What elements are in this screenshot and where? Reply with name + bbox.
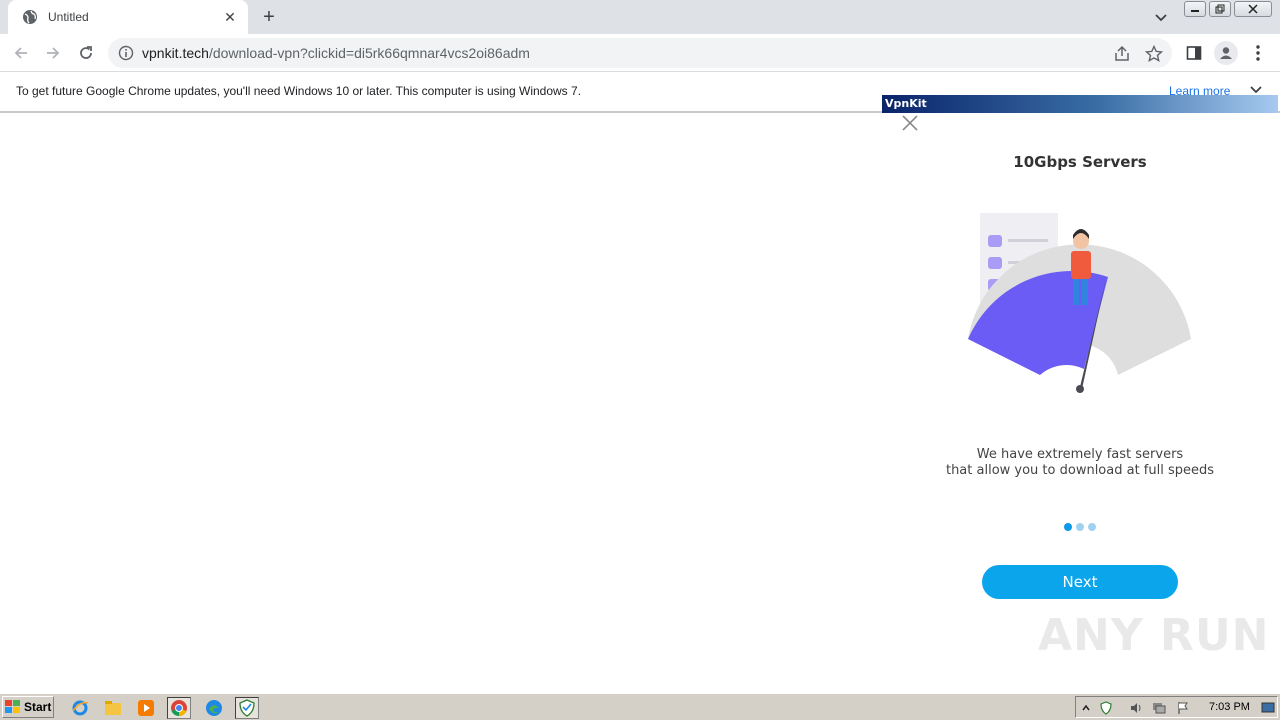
minimize-button[interactable] — [1184, 1, 1206, 17]
reload-icon — [80, 46, 92, 59]
windows-logo-icon — [5, 700, 21, 714]
browser-tab[interactable]: Untitled ✕ — [8, 0, 248, 34]
address-bar[interactable]: vpnkit.tech/download-vpn?clickid=di5rk66… — [108, 38, 1172, 68]
back-button[interactable] — [10, 42, 32, 64]
close-icon[interactable] — [900, 113, 920, 133]
infobar-message: To get future Google Chrome updates, you… — [16, 84, 582, 98]
tab-close-icon[interactable]: ✕ — [222, 9, 238, 25]
pagination-dot-2[interactable] — [1076, 523, 1084, 531]
speedometer-illustration — [968, 213, 1191, 393]
url-path: /download-vpn?clickid=di5rk66qmnar4vcs2o… — [208, 45, 530, 61]
chrome-menu-icon[interactable] — [1248, 43, 1268, 63]
pagination-dot-3[interactable] — [1088, 523, 1096, 531]
profile-avatar-icon[interactable] — [1214, 41, 1238, 65]
bookmark-star-icon[interactable] — [1144, 44, 1164, 63]
restore-button[interactable] — [1209, 1, 1231, 17]
doc-checkbox — [988, 235, 1002, 247]
media-player-icon[interactable] — [134, 697, 158, 719]
show-desktop-icon[interactable] — [1260, 700, 1276, 716]
vpnkit-taskbar-icon[interactable] — [235, 697, 259, 719]
description-line-2: that allow you to download at full speed… — [945, 463, 1215, 478]
next-button[interactable]: Next — [982, 565, 1178, 599]
slide-description: We have extremely fast servers that allo… — [882, 447, 1278, 479]
volume-icon[interactable] — [1128, 700, 1144, 716]
internet-explorer-icon[interactable] — [68, 697, 92, 719]
chevron-up-icon[interactable] — [1078, 700, 1094, 716]
action-center-flag-icon[interactable] — [1175, 700, 1191, 716]
url-text[interactable]: vpnkit.tech/download-vpn?clickid=di5rk66… — [142, 45, 530, 61]
doc-checkbox — [988, 257, 1002, 269]
start-label: Start — [24, 700, 52, 714]
tab-search-icon[interactable] — [1152, 8, 1170, 26]
person-body — [1071, 251, 1091, 279]
back-arrow-icon — [14, 47, 27, 59]
chrome-taskbar-icon[interactable] — [167, 697, 191, 719]
edge-icon[interactable] — [202, 697, 226, 719]
popup-titlebar[interactable]: VpnKit — [882, 95, 1278, 113]
reload-button[interactable] — [75, 42, 97, 64]
url-domain: vpnkit.tech — [142, 45, 209, 61]
popup-title: VpnKit — [885, 97, 927, 110]
new-tab-button[interactable]: + — [258, 6, 280, 28]
shield-icon[interactable] — [1098, 700, 1114, 716]
tab-strip: Untitled ✕ + — [0, 0, 1280, 34]
slide-pagination — [882, 523, 1278, 531]
tab-title: Untitled — [48, 10, 89, 24]
browser-toolbar: vpnkit.tech/download-vpn?clickid=di5rk66… — [0, 34, 1280, 72]
network-icon[interactable] — [1151, 700, 1167, 716]
forward-button[interactable] — [42, 42, 64, 64]
forward-arrow-icon — [47, 47, 60, 59]
share-icon[interactable] — [1113, 45, 1131, 63]
taskbar-clock[interactable]: 7:03 PM — [1209, 701, 1250, 713]
windows-taskbar: Start 7:03 PM — [0, 693, 1280, 720]
globe-icon — [22, 9, 38, 25]
start-button[interactable]: Start — [2, 696, 54, 718]
side-panel-icon[interactable] — [1184, 43, 1204, 63]
pagination-dot-1[interactable] — [1064, 523, 1072, 531]
window-close-button[interactable] — [1234, 1, 1272, 17]
slide-heading: 10Gbps Servers — [1013, 153, 1147, 171]
system-tray: 7:03 PM — [1075, 696, 1278, 718]
description-line-1: We have extremely fast servers — [976, 447, 1184, 462]
site-info-icon[interactable] — [118, 45, 134, 61]
file-explorer-icon[interactable] — [101, 697, 125, 719]
anyrun-watermark: ANY RUN — [1038, 610, 1270, 661]
vpnkit-window: VpnKit 10Gbps Servers We have extremely … — [882, 95, 1278, 693]
